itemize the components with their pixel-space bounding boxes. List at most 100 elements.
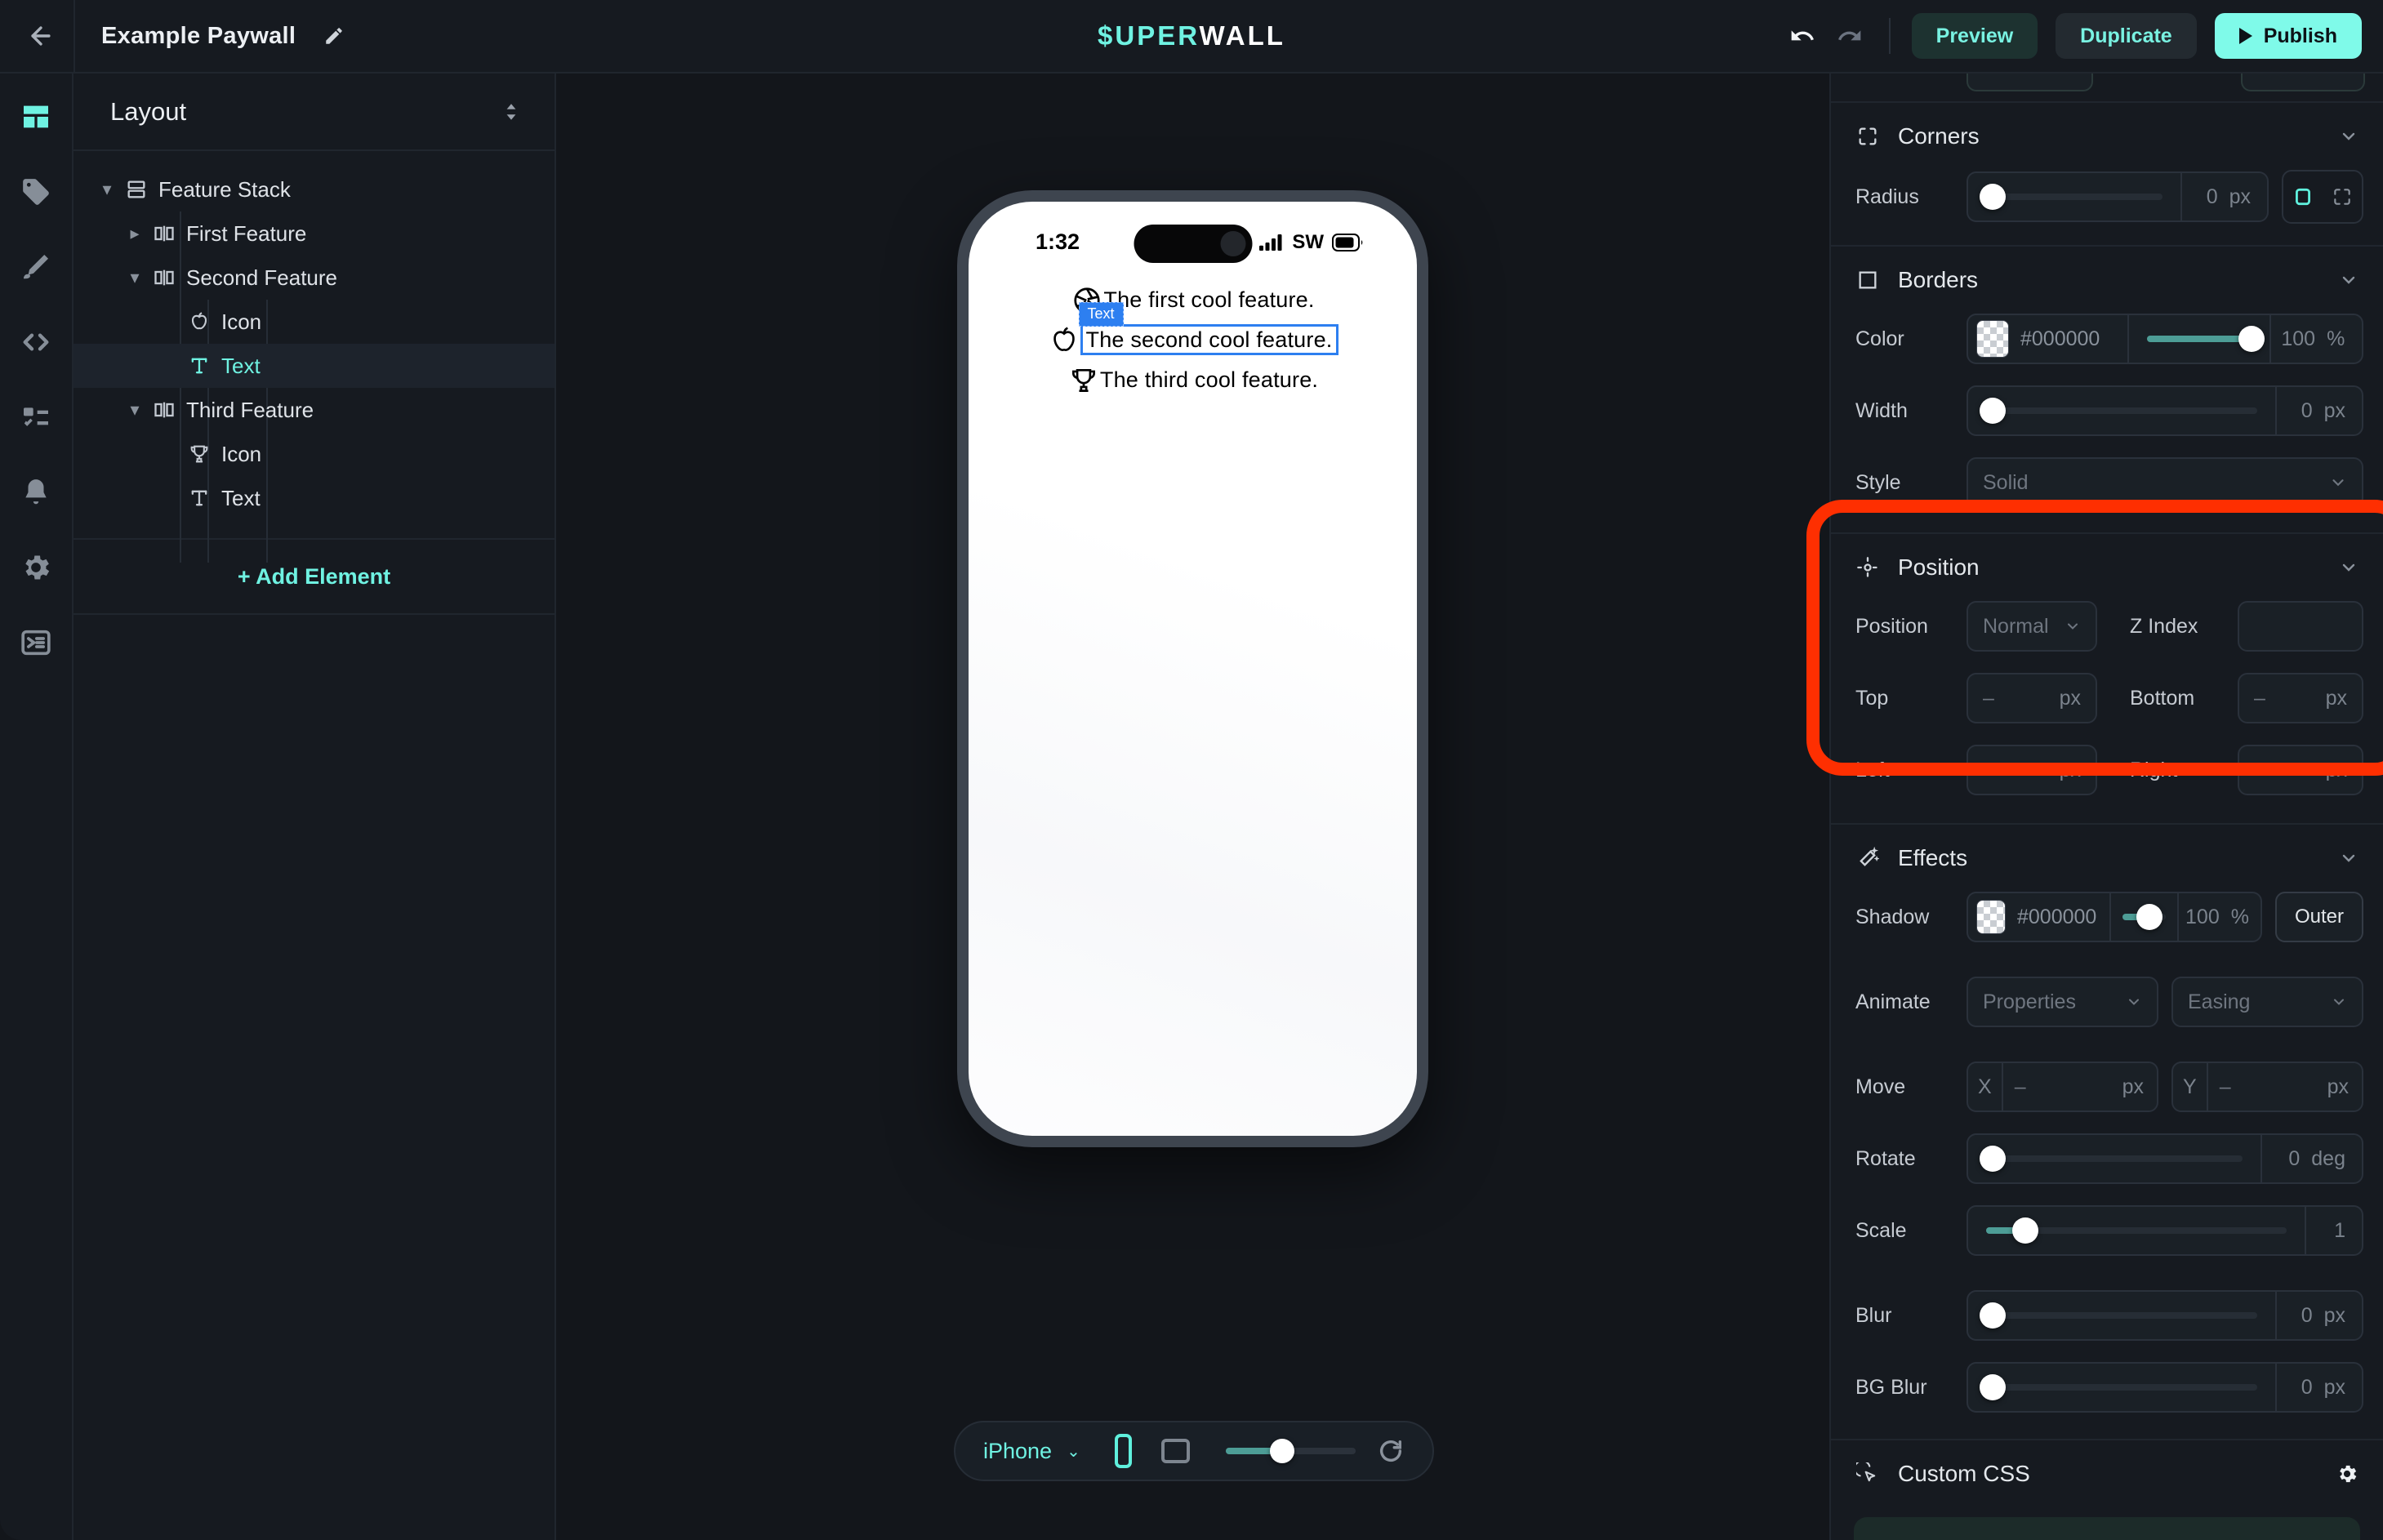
- shadow-group: #000000 100 %: [1967, 892, 2262, 942]
- per-corner-radius-button[interactable]: [2323, 171, 2362, 222]
- caret-down-icon[interactable]: ▾: [124, 399, 145, 421]
- tree-item-icon[interactable]: Icon: [73, 300, 555, 344]
- move-y-input[interactable]: Y – px: [2171, 1062, 2363, 1112]
- move-x-input[interactable]: X – px: [1967, 1062, 2158, 1112]
- rotate-slider-thumb[interactable]: [1980, 1146, 2006, 1172]
- style-value: Solid: [1983, 471, 2029, 495]
- rail-item-code[interactable]: [19, 325, 53, 359]
- corners-header[interactable]: Corners: [1831, 103, 2383, 170]
- borders-header[interactable]: Borders: [1831, 247, 2383, 314]
- rail-item-console[interactable]: [19, 625, 53, 660]
- duplicate-button[interactable]: Duplicate: [2056, 13, 2197, 59]
- bgblur-slider[interactable]: [1986, 1384, 2257, 1391]
- tree-item-first-feature[interactable]: ▸ First Feature: [73, 211, 555, 256]
- animate-easing-select[interactable]: Easing: [2171, 977, 2363, 1027]
- portrait-mode-icon[interactable]: [1115, 1434, 1132, 1468]
- width-slider[interactable]: [1986, 407, 2257, 414]
- left-input[interactable]: – px: [1967, 745, 2097, 795]
- chevron-down-icon[interactable]: [2339, 127, 2359, 146]
- border-color-row: Color #000000 100 %: [1831, 314, 2383, 364]
- tree-item-text[interactable]: Text: [73, 476, 555, 520]
- shadow-mode-button[interactable]: Outer: [2275, 892, 2363, 942]
- right-input[interactable]: – px: [2238, 745, 2363, 795]
- radius-value-box[interactable]: 0 px: [2182, 185, 2267, 209]
- zoom-slider[interactable]: [1226, 1448, 1356, 1454]
- radius-slider-thumb[interactable]: [1980, 184, 2006, 210]
- text-icon: [185, 487, 213, 510]
- tree-item-second-feature[interactable]: ▾ Second Feature: [73, 256, 555, 300]
- color-swatch[interactable]: [1976, 320, 2009, 358]
- feature-row-3[interactable]: The third cool feature.: [1067, 360, 1318, 400]
- width-value-box[interactable]: 0 px: [2277, 399, 2362, 423]
- landscape-mode-icon[interactable]: [1161, 1439, 1190, 1463]
- blur-value-box[interactable]: 0 px: [2277, 1304, 2362, 1328]
- scale-value-box[interactable]: 1: [2306, 1219, 2362, 1243]
- position-header[interactable]: Position: [1831, 534, 2383, 601]
- rotate-value-box[interactable]: 0 deg: [2262, 1147, 2362, 1171]
- blur-slider-thumb[interactable]: [1980, 1302, 2006, 1329]
- caret-right-icon[interactable]: ▸: [124, 223, 145, 244]
- width-slider-thumb[interactable]: [1980, 398, 2006, 424]
- redo-icon[interactable]: [1837, 23, 1863, 49]
- shadow-color-swatch[interactable]: [1976, 900, 2006, 934]
- css-settings-gear-icon[interactable]: [2336, 1462, 2359, 1485]
- feature-row-2-selected[interactable]: Text The second cool feature.: [1048, 320, 1338, 360]
- rail-item-checklist[interactable]: [19, 400, 53, 434]
- tree-item-text-selected[interactable]: Text: [73, 344, 555, 388]
- chevron-down-icon[interactable]: ⌄: [1067, 1441, 1080, 1462]
- undo-icon[interactable]: [1789, 23, 1815, 49]
- device-select[interactable]: iPhone: [983, 1439, 1052, 1464]
- back-button[interactable]: [23, 18, 59, 54]
- custom-css-header[interactable]: Custom CSS: [1831, 1440, 2383, 1507]
- scale-slider-thumb[interactable]: [2012, 1217, 2038, 1244]
- radius-slider[interactable]: [1986, 194, 2163, 200]
- shadow-slider-thumb[interactable]: [2136, 904, 2163, 930]
- chevron-down-icon[interactable]: [2339, 848, 2359, 868]
- effects-header[interactable]: Effects: [1831, 825, 2383, 892]
- preview-button[interactable]: Preview: [1912, 13, 2038, 59]
- rail-item-settings[interactable]: [19, 550, 53, 585]
- publish-button[interactable]: Publish: [2215, 13, 2362, 59]
- zindex-input[interactable]: [2238, 601, 2363, 652]
- opacity-slider-thumb[interactable]: [2238, 326, 2265, 352]
- rotate-slider[interactable]: [1986, 1155, 2243, 1162]
- top-input[interactable]: – px: [1967, 673, 2097, 723]
- bgblur-slider-thumb[interactable]: [1980, 1374, 2006, 1400]
- add-element-button[interactable]: + Add Element: [73, 538, 555, 615]
- chevron-down-icon[interactable]: [2339, 270, 2359, 290]
- color-hex-value[interactable]: #000000: [2020, 327, 2100, 351]
- shadow-hex-value[interactable]: #000000: [2017, 906, 2096, 929]
- zoom-slider-thumb[interactable]: [1270, 1439, 1294, 1463]
- bgblur-value-box[interactable]: 0 px: [2277, 1376, 2362, 1400]
- position-select[interactable]: Normal: [1967, 601, 2097, 652]
- feature-text-selected[interactable]: The second cool feature.: [1080, 324, 1338, 355]
- phone-screen[interactable]: 1:32 SW The first cool feature.: [969, 202, 1417, 1136]
- phone-frame: 1:32 SW The first cool feature.: [957, 190, 1428, 1147]
- edit-title-icon[interactable]: [323, 25, 345, 47]
- add-property-button[interactable]: + Add Property: [1854, 1517, 2360, 1540]
- rail-item-notifications[interactable]: [19, 475, 53, 510]
- tree-item-feature-stack[interactable]: ▾ Feature Stack: [73, 167, 555, 211]
- sort-icon[interactable]: [501, 101, 522, 122]
- borders-section: Borders Color #000000 100 %: [1831, 247, 2383, 534]
- blur-slider[interactable]: [1986, 1312, 2257, 1319]
- tree-item-third-feature[interactable]: ▾ Third Feature: [73, 388, 555, 432]
- refresh-icon[interactable]: [1377, 1437, 1405, 1465]
- chevron-down-icon[interactable]: [2339, 558, 2359, 577]
- caret-down-icon[interactable]: ▾: [124, 267, 145, 288]
- tree-item-icon[interactable]: Icon: [73, 432, 555, 476]
- bottom-label: Bottom: [2097, 687, 2210, 710]
- bottom-input[interactable]: – px: [2238, 673, 2363, 723]
- animate-properties-select[interactable]: Properties: [1967, 977, 2158, 1027]
- rail-item-products[interactable]: [19, 175, 53, 209]
- caret-down-icon[interactable]: ▾: [96, 179, 118, 200]
- border-style-select[interactable]: Solid: [1967, 457, 2363, 508]
- scale-slider[interactable]: [1986, 1227, 2287, 1234]
- opacity-value-box[interactable]: 100 %: [2271, 327, 2361, 351]
- shadow-opacity-slider[interactable]: [2122, 914, 2166, 920]
- shadow-opacity-box[interactable]: 100 %: [2179, 906, 2261, 929]
- rail-item-layout[interactable]: [19, 100, 53, 134]
- uniform-radius-button[interactable]: [2283, 171, 2323, 222]
- opacity-slider[interactable]: [2147, 336, 2252, 342]
- rail-item-theme[interactable]: [19, 250, 53, 284]
